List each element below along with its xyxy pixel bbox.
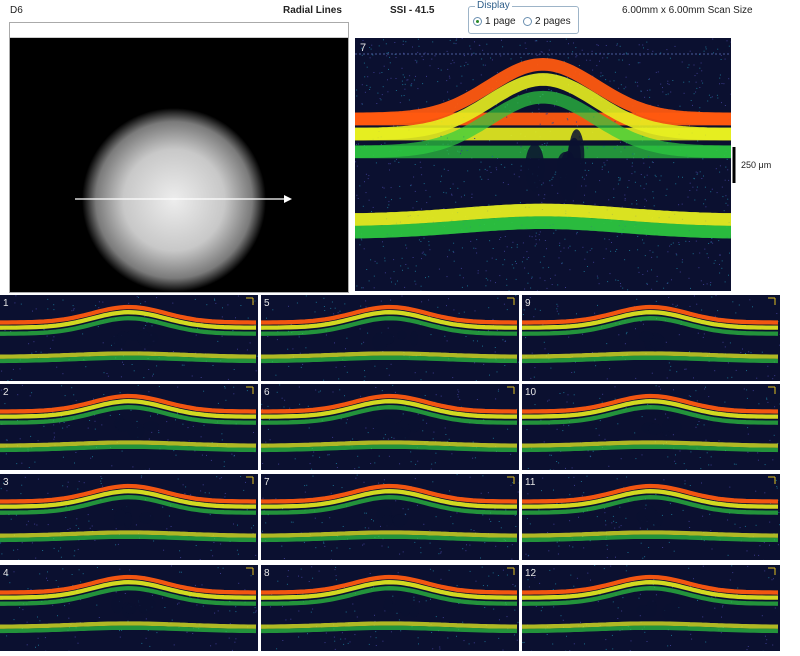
thumbnail-number: 6	[264, 387, 270, 398]
thumbnail-scan[interactable]: 4	[0, 565, 258, 651]
radio-unselected-icon	[523, 17, 532, 26]
fundus-disc	[82, 108, 266, 292]
one-page-radio[interactable]: 1 page	[473, 16, 516, 27]
fundus-panel	[9, 22, 349, 293]
thumbnail-number: 7	[264, 477, 270, 488]
thumbnail-number: 1	[3, 298, 9, 309]
thumbnail-scan[interactable]: 9	[522, 295, 780, 381]
thumbnail-scan[interactable]: 7	[261, 474, 519, 560]
thumbnail-svg: 11	[522, 474, 780, 560]
thumbnail-number: 2	[3, 387, 9, 398]
thumbnail-scan[interactable]: 5	[261, 295, 519, 381]
main-bscan[interactable]: 7	[355, 38, 731, 291]
scale-indicator: 250 μm	[732, 145, 792, 185]
thumbnail-scan[interactable]: 8	[261, 565, 519, 651]
scale-svg: 250 μm	[732, 145, 792, 185]
thumbnail-svg: 7	[261, 474, 519, 560]
display-options-group: Display 1 page 2 pages	[468, 6, 579, 34]
scan-direction-arrow-icon	[284, 195, 292, 203]
thumbnail-number: 10	[525, 387, 537, 398]
thumbnail-scan[interactable]: 1	[0, 295, 258, 381]
thumbnail-scan[interactable]: 3	[0, 474, 258, 560]
one-page-label: 1 page	[485, 16, 516, 27]
fundus-image[interactable]	[10, 38, 348, 292]
header-left-text: D6	[10, 5, 23, 16]
thumbnail-svg: 8	[261, 565, 519, 651]
thumbnail-svg: 1	[0, 295, 258, 381]
scan-size-label: 6.00mm x 6.00mm Scan Size	[622, 5, 753, 16]
thumbnail-scan[interactable]: 6	[261, 384, 519, 470]
fundus-svg	[10, 38, 348, 292]
signal-strength-label: SSI - 41.5	[390, 5, 434, 16]
scan-pattern-label: Radial Lines	[283, 5, 342, 16]
fundus-title-strip	[10, 23, 348, 38]
thumbnail-scan[interactable]: 10	[522, 384, 780, 470]
scale-label: 250 μm	[741, 160, 771, 170]
thumbnail-scan[interactable]: 12	[522, 565, 780, 651]
thumbnail-svg: 12	[522, 565, 780, 651]
thumbnail-scan[interactable]: 2	[0, 384, 258, 470]
thumbnail-svg: 10	[522, 384, 780, 470]
thumbnail-number: 11	[525, 477, 536, 488]
thumbnail-svg: 6	[261, 384, 519, 470]
main-bscan-svg: 7	[355, 38, 731, 291]
header-bar: D6 Radial Lines SSI - 41.5 6.00mm x 6.00…	[0, 0, 800, 22]
two-pages-radio[interactable]: 2 pages	[523, 16, 571, 27]
thumbnail-svg: 3	[0, 474, 258, 560]
thumbnail-svg: 2	[0, 384, 258, 470]
radio-selected-icon	[473, 17, 482, 26]
thumbnail-svg: 4	[0, 565, 258, 651]
main-scan-number: 7	[360, 42, 366, 54]
two-pages-label: 2 pages	[535, 16, 571, 27]
thumbnail-number: 8	[264, 568, 270, 579]
thumbnail-scan[interactable]: 11	[522, 474, 780, 560]
display-legend: Display	[475, 0, 512, 11]
thumbnail-number: 9	[525, 298, 531, 309]
thumbnail-number: 5	[264, 298, 270, 309]
thumbnail-number: 3	[3, 477, 9, 488]
thumbnail-number: 4	[3, 568, 9, 579]
thumbnail-number: 12	[525, 568, 537, 579]
thumbnail-svg: 9	[522, 295, 780, 381]
thumbnail-svg: 5	[261, 295, 519, 381]
